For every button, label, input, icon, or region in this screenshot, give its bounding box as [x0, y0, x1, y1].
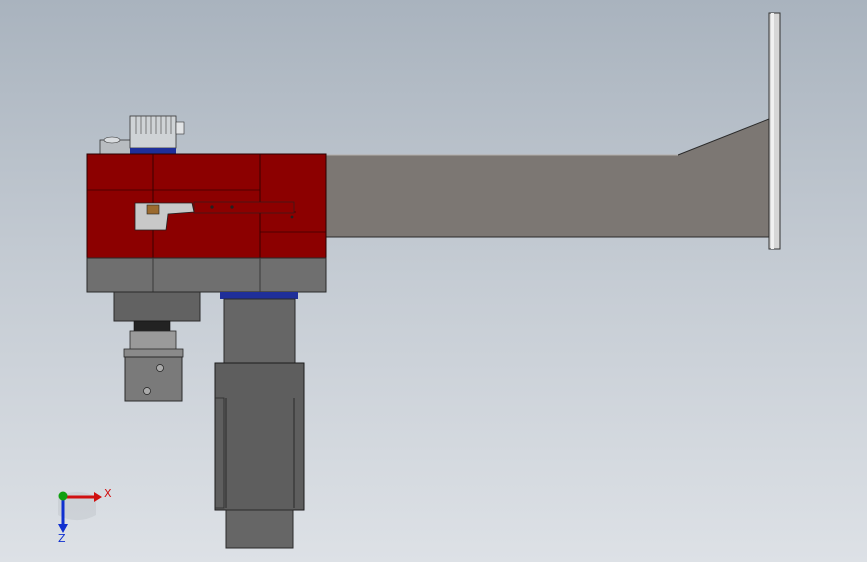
top-encoder[interactable] — [99, 115, 185, 155]
y-axis-dot-icon — [58, 491, 68, 501]
coordinate-triad: X Z — [58, 487, 112, 545]
x-axis-label: X — [104, 487, 112, 500]
mounting-flange[interactable] — [768, 12, 781, 250]
cad-viewport[interactable]: X Z — [0, 0, 867, 562]
support-arm[interactable] — [295, 118, 770, 238]
gearbox-housing[interactable] — [86, 153, 327, 259]
z-axis-label: Z — [58, 532, 66, 545]
main-motor-column[interactable] — [214, 298, 305, 549]
assembly-model[interactable]: X Z — [0, 0, 867, 562]
left-drive-unit[interactable] — [113, 291, 201, 402]
